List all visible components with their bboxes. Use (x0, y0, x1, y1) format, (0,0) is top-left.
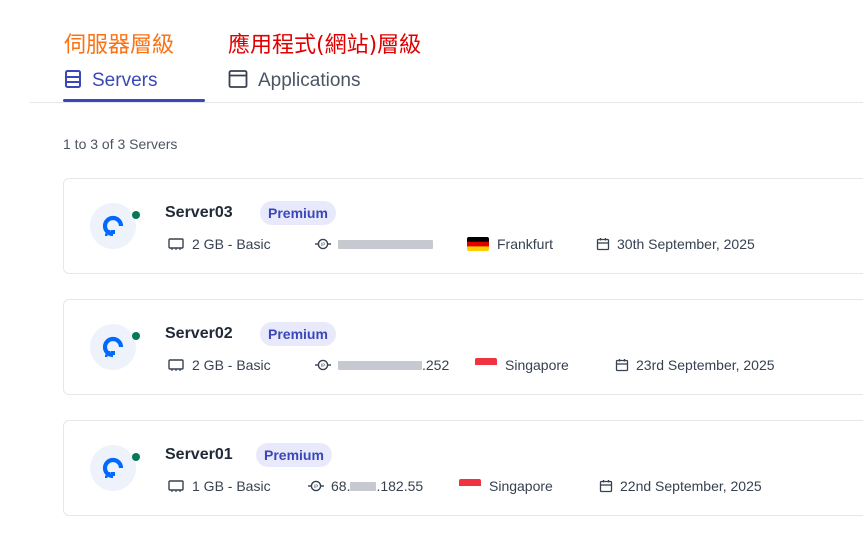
tab-bar: Servers Applications (30, 60, 863, 103)
redacted-ip (350, 481, 377, 491)
server-icon (64, 69, 82, 94)
plan-badge: Premium (256, 443, 332, 467)
ip-icon: IP (315, 358, 331, 372)
server-location-text: Frankfurt (497, 236, 554, 252)
server-name[interactable]: Server02 (165, 325, 233, 343)
server-location: Singapore (475, 355, 569, 375)
tab-applications-label: Applications (258, 70, 361, 91)
tab-servers[interactable]: Servers (64, 60, 157, 102)
server-location-text: Singapore (505, 357, 569, 373)
server-size: 2 GB - Basic (167, 234, 271, 254)
server-created-date: 23rd September, 2025 (615, 355, 775, 375)
ip-icon: IP (315, 237, 331, 251)
server-ip-prefix: 68. (331, 478, 351, 494)
digitalocean-logo-icon (90, 324, 140, 372)
server-name[interactable]: Server03 (165, 204, 233, 222)
server-size-text: 2 GB - Basic (192, 236, 271, 252)
plan-badge: Premium (260, 201, 336, 225)
plan-badge: Premium (260, 322, 336, 346)
server-date-text: 30th September, 2025 (617, 236, 755, 252)
server-created-date: 22nd September, 2025 (599, 476, 762, 496)
server-size: 1 GB - Basic (167, 476, 271, 496)
server-size: 2 GB - Basic (167, 355, 271, 375)
calendar-icon (599, 479, 613, 493)
digitalocean-logo-icon (90, 445, 140, 493)
singapore-flag-icon (475, 358, 497, 372)
memory-chip-icon (167, 358, 185, 372)
server-location: Frankfurt (467, 234, 553, 254)
redacted-ip (338, 239, 433, 249)
server-card[interactable]: Server01 Premium 1 GB - Basic IP 68. .18… (63, 420, 863, 516)
server-ip: IP .252 (315, 355, 449, 375)
calendar-icon (615, 358, 629, 372)
active-tab-indicator (63, 99, 205, 102)
calendar-icon (596, 237, 610, 251)
status-online-indicator (132, 332, 140, 340)
annotation-server-level: 伺服器層級 (64, 33, 175, 58)
svg-text:IP: IP (321, 242, 325, 248)
ip-icon: IP (308, 479, 324, 493)
server-ip-suffix: .252 (422, 357, 450, 373)
server-name[interactable]: Server01 (165, 446, 233, 464)
server-ip: IP 68. .182.55 (308, 476, 423, 496)
svg-text:IP: IP (314, 484, 318, 490)
server-created-date: 30th September, 2025 (596, 234, 755, 254)
germany-flag-icon (467, 237, 489, 251)
server-date-text: 22nd September, 2025 (620, 478, 762, 494)
server-count: 1 to 3 of 3 Servers (63, 136, 178, 152)
tab-applications[interactable]: Applications (228, 60, 360, 102)
server-location-text: Singapore (489, 478, 553, 494)
status-online-indicator (132, 211, 140, 219)
server-date-text: 23rd September, 2025 (636, 357, 775, 373)
memory-chip-icon (167, 237, 185, 251)
tab-servers-label: Servers (92, 70, 158, 91)
memory-chip-icon (167, 479, 185, 493)
server-ip-suffix: .182.55 (376, 478, 424, 494)
svg-text:IP: IP (321, 363, 325, 369)
server-card[interactable]: Server02 Premium 2 GB - Basic IP .252 Si… (63, 299, 863, 395)
status-online-indicator (132, 453, 140, 461)
redacted-ip (338, 360, 422, 370)
server-card[interactable]: Server03 Premium 2 GB - Basic IP Frankfu… (63, 178, 863, 274)
server-size-text: 1 GB - Basic (192, 478, 271, 494)
server-ip: IP (315, 234, 433, 254)
singapore-flag-icon (459, 479, 481, 493)
annotation-application-level: 應用程式(網站)層級 (228, 33, 422, 58)
window-icon (228, 69, 248, 94)
server-size-text: 2 GB - Basic (192, 357, 271, 373)
server-location: Singapore (459, 476, 553, 496)
digitalocean-logo-icon (90, 203, 140, 251)
